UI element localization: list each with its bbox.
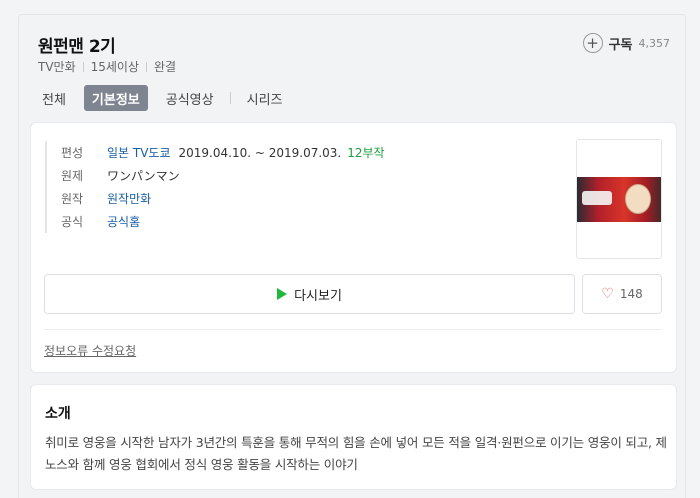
- producer-link[interactable]: 일본 TV도쿄: [107, 144, 171, 161]
- info-key: 원제: [61, 169, 84, 183]
- plus-circle-icon: +: [582, 33, 603, 53]
- tab-bar: 전체 기본정보 공식영상 시리즈: [38, 85, 287, 111]
- info-row-original-title: 원제 ワンパンマン: [61, 164, 385, 187]
- broadcast-period: 2019.04.10. ~ 2019.07.03.: [178, 145, 342, 160]
- meta-type: TV만화: [38, 60, 76, 74]
- info-row-origin: 원작 원작만화: [61, 187, 385, 210]
- meta-divider: [82, 61, 84, 72]
- poster-image: [577, 177, 661, 222]
- report-error-link[interactable]: 정보오류 수정요청: [44, 342, 136, 359]
- tab-all[interactable]: 전체: [38, 85, 70, 111]
- meta-divider: [146, 61, 148, 72]
- info-row-producer: 편성 일본 TV도쿄 2019.04.10. ~ 2019.07.03. 12부…: [61, 141, 385, 164]
- original-title: ワンパンマン: [107, 169, 180, 183]
- info-key: 공식: [61, 215, 84, 229]
- meta-info: TV만화 15세이상 완결: [38, 58, 176, 75]
- tab-basic-info[interactable]: 기본정보: [83, 85, 148, 111]
- info-list: 편성 일본 TV도쿄 2019.04.10. ~ 2019.07.03. 12부…: [45, 141, 385, 233]
- like-button[interactable]: ♡ 148: [582, 274, 662, 314]
- meta-rating: 15세이상: [90, 60, 140, 74]
- heart-icon: ♡: [601, 286, 614, 302]
- info-key: 원작: [61, 192, 84, 206]
- tab-official-video[interactable]: 공식영상: [162, 85, 218, 111]
- divider: [44, 329, 662, 330]
- rewatch-label: 다시보기: [294, 288, 342, 304]
- page-title: 원펀맨 2기: [38, 37, 116, 57]
- episode-count: 12부작: [347, 146, 385, 160]
- intro-title: 소개: [45, 406, 71, 422]
- meta-status: 완결: [154, 60, 177, 74]
- info-row-official: 공식 공식홈: [61, 210, 385, 233]
- intro-text: 취미로 영웅을 시작한 남자가 3년간의 특훈을 통해 무적의 힘을 손에 넣어…: [45, 435, 667, 472]
- subscribe-count: 4,357: [638, 36, 671, 50]
- official-site-link[interactable]: 공식홈: [107, 213, 140, 230]
- tab-divider: [229, 92, 231, 104]
- poster-thumbnail[interactable]: [576, 139, 662, 259]
- like-count: 148: [619, 287, 643, 301]
- subscribe-button[interactable]: + 구독 4,357: [582, 33, 671, 53]
- info-key: 편성: [61, 146, 84, 160]
- origin-link[interactable]: 원작만화: [107, 190, 151, 207]
- tab-series[interactable]: 시리즈: [243, 85, 287, 111]
- subscribe-label: 구독: [608, 37, 633, 53]
- play-icon: [277, 288, 288, 300]
- rewatch-button[interactable]: 다시보기: [44, 274, 575, 314]
